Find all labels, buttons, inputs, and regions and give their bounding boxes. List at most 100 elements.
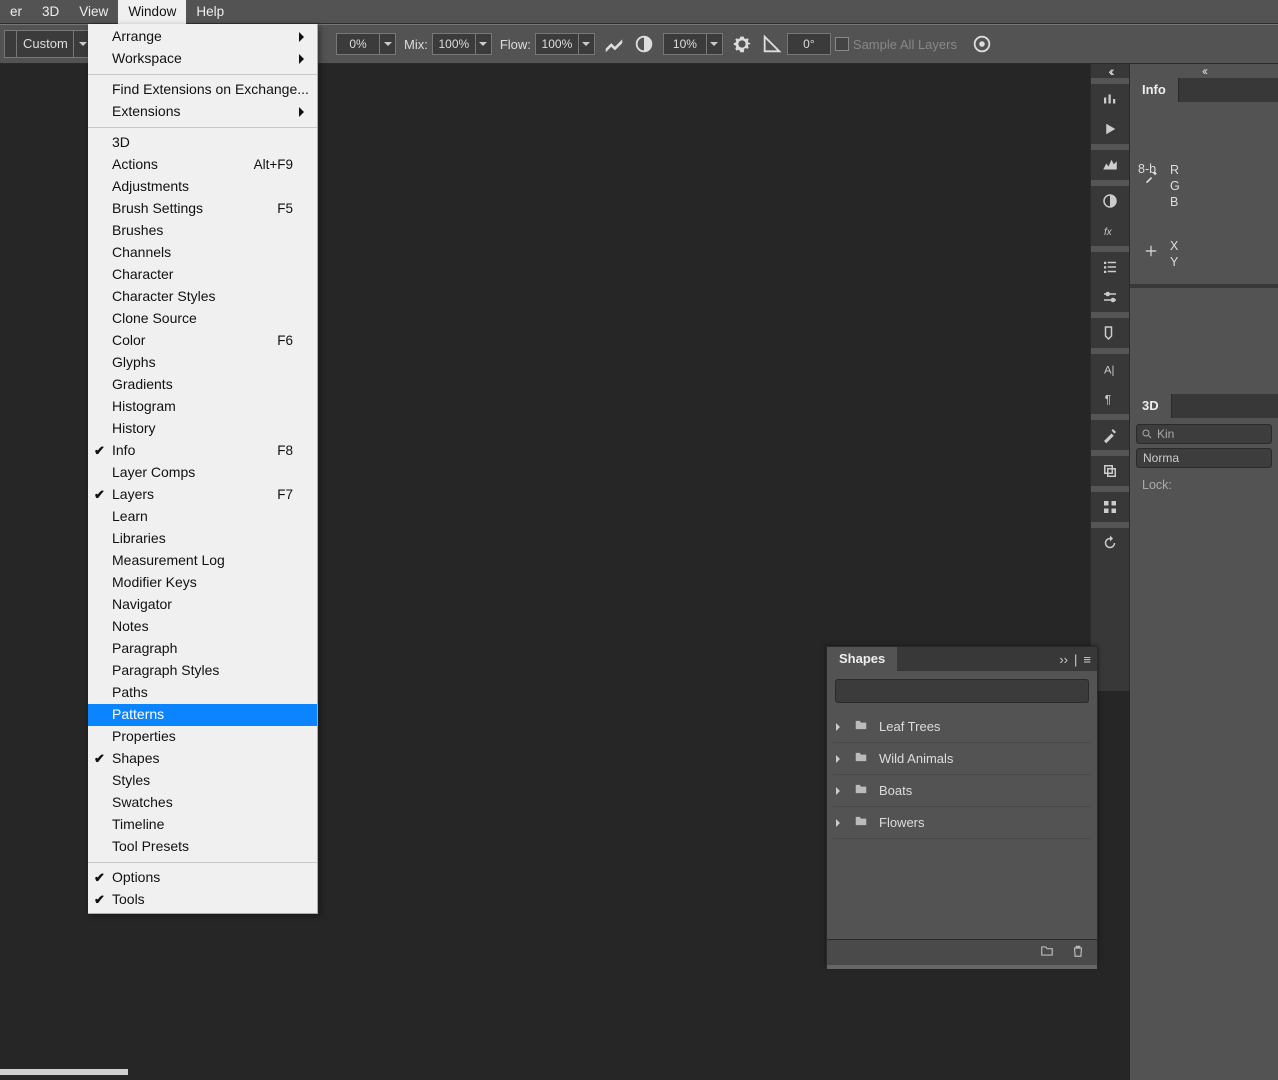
menu-item-tool-presets[interactable]: Tool Presets [88, 836, 317, 858]
smoothing-value[interactable]: 10% [663, 33, 707, 55]
dock-play-icon[interactable] [1091, 114, 1129, 144]
resize-handle[interactable] [827, 965, 1097, 969]
menu-item-glyphs[interactable]: Glyphs [88, 352, 317, 374]
dock-patch-icon[interactable] [1091, 318, 1129, 348]
dock-collapse-icon[interactable]: ‹‹ [1091, 64, 1129, 78]
tab-shapes[interactable]: Shapes [827, 647, 897, 671]
dock-grid-icon[interactable] [1091, 492, 1129, 522]
menu-item-info[interactable]: ✔InfoF8 [88, 440, 317, 462]
menu-item-actions[interactable]: ActionsAlt+F9 [88, 154, 317, 176]
airbrush-icon[interactable] [603, 33, 625, 55]
menu-item-brush-settings[interactable]: Brush SettingsF5 [88, 198, 317, 220]
menu-item-extensions[interactable]: Extensions [88, 101, 317, 123]
folder-icon [853, 782, 869, 799]
menubar: er 3D View Window Help [0, 0, 1278, 24]
menu-item-3d[interactable]: 3D [88, 132, 317, 154]
flow-dropdown[interactable] [579, 33, 595, 55]
menu-item-learn[interactable]: Learn [88, 506, 317, 528]
menu-item-options[interactable]: ✔Options [88, 867, 317, 889]
info-xy-readout: X Y [1170, 238, 1178, 270]
menu-item-measurement-log[interactable]: Measurement Log [88, 550, 317, 572]
menu-item-paragraph-styles[interactable]: Paragraph Styles [88, 660, 317, 682]
3d-search-input[interactable]: Kin [1136, 424, 1272, 444]
menu-item-swatches[interactable]: Swatches [88, 792, 317, 814]
menu-item-shapes[interactable]: ✔Shapes [88, 748, 317, 770]
shapes-folder-wild-animals[interactable]: Wild Animals [833, 743, 1091, 775]
flow-value[interactable]: 100% [535, 33, 579, 55]
opacity-dropdown[interactable] [380, 33, 396, 55]
angle-value[interactable]: 0° [787, 33, 831, 55]
new-group-icon[interactable] [1039, 944, 1055, 961]
smoothing-icon[interactable] [633, 33, 655, 55]
menu-item-clone-source[interactable]: Clone Source [88, 308, 317, 330]
menu-item-navigator[interactable]: Navigator [88, 594, 317, 616]
menu-item-layers[interactable]: ✔LayersF7 [88, 484, 317, 506]
menu-item-arrange[interactable]: Arrange [88, 26, 317, 48]
menu-item-libraries[interactable]: Libraries [88, 528, 317, 550]
chevron-right-icon [833, 723, 847, 731]
dock-fx-icon[interactable]: fx [1091, 216, 1129, 246]
dock-tools-icon[interactable] [1091, 420, 1129, 450]
menu-filter[interactable]: er [0, 0, 32, 24]
shapes-search-input[interactable] [835, 679, 1089, 703]
dock-refresh-icon[interactable] [1091, 528, 1129, 558]
menu-view[interactable]: View [69, 0, 118, 24]
tool-icon[interactable] [4, 30, 16, 58]
dock-histogram-icon[interactable] [1091, 150, 1129, 180]
menu-item-color[interactable]: ColorF6 [88, 330, 317, 352]
opacity-value[interactable]: 0% [336, 33, 380, 55]
menu-window[interactable]: Window [118, 0, 186, 24]
3d-mode-dropdown[interactable]: Norma [1136, 448, 1272, 468]
tab-3d[interactable]: 3D [1130, 394, 1172, 418]
dock-layers-icon[interactable] [1091, 456, 1129, 486]
menu-item-adjustments[interactable]: Adjustments [88, 176, 317, 198]
smoothing-dropdown[interactable] [707, 33, 723, 55]
menu-item-channels[interactable]: Channels [88, 242, 317, 264]
dock-brush-list-icon[interactable] [1091, 252, 1129, 282]
menu-item-paragraph[interactable]: Paragraph [88, 638, 317, 660]
menu-item-layer-comps[interactable]: Layer Comps [88, 462, 317, 484]
shapes-menu-icon[interactable]: ≡ [1083, 652, 1091, 667]
chevron-right-icon [833, 787, 847, 795]
target-icon[interactable] [971, 33, 993, 55]
panels-collapse-icon[interactable]: ‹‹ [1130, 64, 1278, 78]
menu-item-character-styles[interactable]: Character Styles [88, 286, 317, 308]
dock-character-icon[interactable]: A| [1091, 354, 1129, 384]
menu-item-patterns[interactable]: Patterns [88, 704, 317, 726]
tab-info[interactable]: Info [1130, 78, 1179, 102]
brush-preset-name[interactable]: Custom [16, 30, 74, 58]
menu-item-styles[interactable]: Styles [88, 770, 317, 792]
dock-brush-adjust-icon[interactable] [1091, 282, 1129, 312]
shapes-collapse-icon[interactable]: ›› [1059, 652, 1068, 667]
menu-item-tools[interactable]: ✔Tools [88, 889, 317, 911]
menu-item-gradients[interactable]: Gradients [88, 374, 317, 396]
3d-panel-body: Kin Norma Lock: [1130, 418, 1278, 498]
menu-item-brushes[interactable]: Brushes [88, 220, 317, 242]
mix-value[interactable]: 100% [432, 33, 476, 55]
menu-3d[interactable]: 3D [32, 0, 69, 24]
shapes-folder-leaf-trees[interactable]: Leaf Trees [833, 711, 1091, 743]
eyedropper-icon [1144, 170, 1158, 187]
menu-item-history[interactable]: History [88, 418, 317, 440]
mix-dropdown[interactable] [476, 33, 492, 55]
dock-paragraph-icon[interactable]: ¶ [1091, 384, 1129, 414]
menu-item-workspace[interactable]: Workspace [88, 48, 317, 70]
shapes-folder-flowers[interactable]: Flowers [833, 807, 1091, 839]
menu-item-find-extensions[interactable]: Find Extensions on Exchange... [88, 79, 317, 101]
angle-icon[interactable] [761, 33, 783, 55]
dock-half-circle-icon[interactable] [1091, 186, 1129, 216]
menu-item-character[interactable]: Character [88, 264, 317, 286]
menu-item-timeline[interactable]: Timeline [88, 814, 317, 836]
menu-item-modifier-keys[interactable]: Modifier Keys [88, 572, 317, 594]
trash-icon[interactable] [1071, 943, 1085, 962]
shapes-folder-boats[interactable]: Boats [833, 775, 1091, 807]
menu-help[interactable]: Help [186, 0, 234, 24]
dock-bar-chart-icon[interactable] [1091, 84, 1129, 114]
menu-item-properties[interactable]: Properties [88, 726, 317, 748]
sample-all-checkbox[interactable] [835, 37, 849, 51]
shapes-titlebar[interactable]: Shapes ›› | ≡ [827, 647, 1097, 671]
menu-item-notes[interactable]: Notes [88, 616, 317, 638]
menu-item-paths[interactable]: Paths [88, 682, 317, 704]
gear-icon[interactable] [731, 33, 753, 55]
menu-item-histogram[interactable]: Histogram [88, 396, 317, 418]
